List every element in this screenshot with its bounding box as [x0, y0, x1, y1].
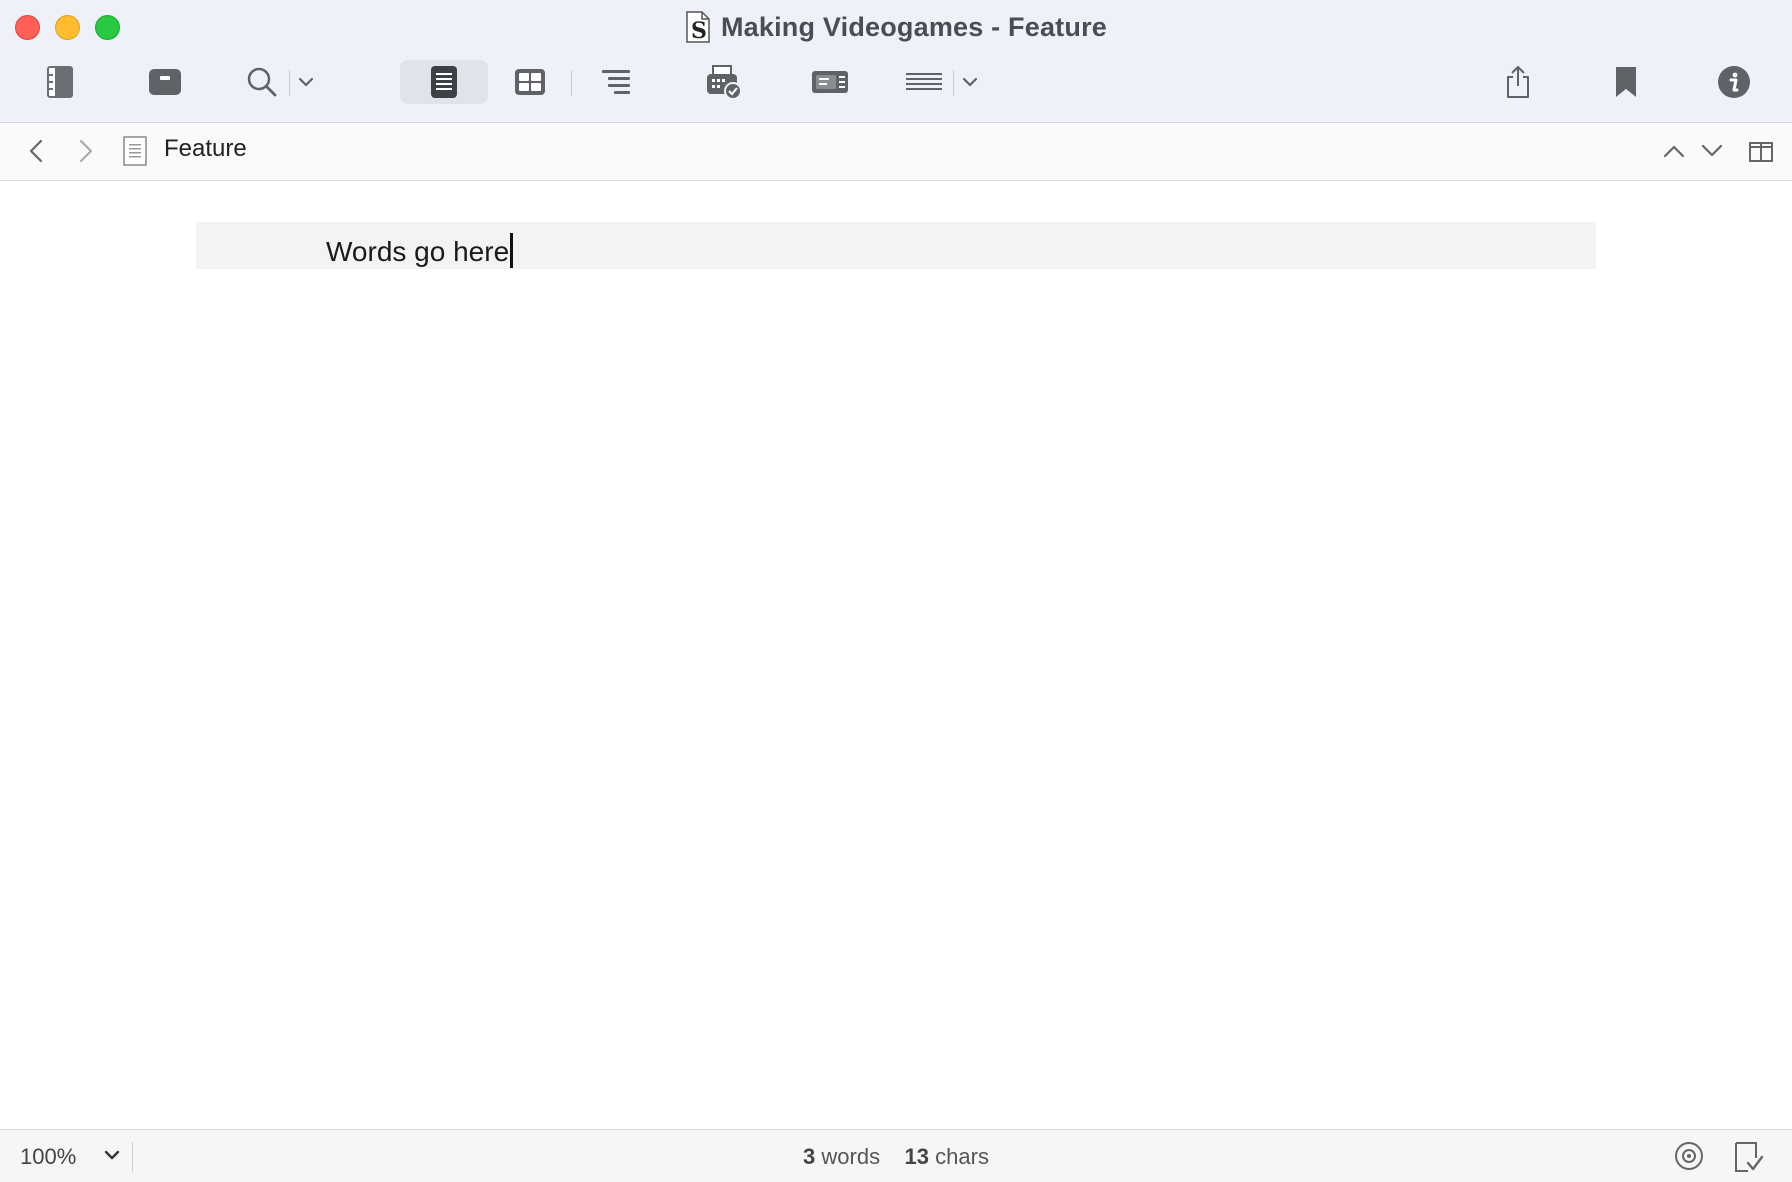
revision-mode-button[interactable]: [1734, 1141, 1764, 1178]
format-button[interactable]: [904, 60, 944, 104]
app-window: S Making Videogames - Feature Feature Wo…: [0, 0, 1792, 1182]
document-check-icon: [1735, 1142, 1764, 1172]
window-title: Making Videogames - Feature: [720, 11, 1107, 42]
targets-button[interactable]: [1674, 1141, 1704, 1176]
outliner-icon: [602, 70, 630, 94]
format-options-button[interactable]: [958, 60, 982, 104]
status-bar: 100% 3 words 13 chars: [0, 1129, 1792, 1182]
composition-mode-button[interactable]: [808, 60, 852, 104]
document-title[interactable]: Feature: [164, 135, 247, 163]
share-button[interactable]: [1500, 60, 1536, 104]
document-counts: 3 words 13 chars: [0, 1144, 1792, 1170]
share-icon: [1507, 66, 1529, 98]
composition-icon: [812, 71, 848, 93]
char-count-label: chars: [935, 1144, 989, 1169]
chevron-down-icon: [1701, 144, 1723, 157]
search-button[interactable]: [244, 60, 280, 104]
title-bar: S Making Videogames - Feature: [0, 0, 1792, 123]
chevron-down-icon: [962, 77, 978, 87]
corkboard-icon: [515, 69, 545, 95]
chevron-left-icon: [29, 139, 43, 163]
compile-button[interactable]: [702, 60, 744, 104]
document-view-icon: [431, 66, 457, 98]
chevron-right-icon: [79, 139, 93, 163]
chevron-up-icon: [1663, 145, 1685, 158]
target-icon: [1675, 1142, 1703, 1170]
binder-icon: [47, 66, 73, 98]
editor-text-content[interactable]: Words go here: [326, 236, 509, 267]
text-caret: [510, 233, 514, 268]
word-count-label: words: [821, 1144, 881, 1169]
text-document-icon: [123, 136, 147, 166]
quick-reference-button[interactable]: [145, 60, 185, 104]
editor-header-bar: Feature: [0, 123, 1792, 181]
chevron-down-icon: [298, 77, 314, 87]
view-mode-editor-button[interactable]: [400, 60, 488, 104]
next-document-button[interactable]: [1698, 139, 1726, 163]
char-count: 13: [904, 1144, 930, 1169]
info-icon: [1718, 66, 1750, 98]
editor-text[interactable]: Words go here: [326, 233, 514, 268]
scrivener-document-icon: S: [686, 11, 710, 43]
word-count: 3: [803, 1144, 816, 1169]
svg-text:S: S: [691, 18, 707, 43]
search-options-button[interactable]: [294, 60, 318, 104]
inbox-icon: [149, 69, 181, 95]
window-title-area: S Making Videogames - Feature: [0, 8, 1792, 46]
binder-toggle-button[interactable]: [40, 60, 80, 104]
previous-document-button[interactable]: [1660, 139, 1688, 163]
current-line-highlight[interactable]: Words go here: [196, 222, 1596, 269]
split-editor-button[interactable]: [1746, 139, 1776, 165]
bookmarks-button[interactable]: [1608, 60, 1644, 104]
view-mode-corkboard-button[interactable]: [510, 60, 550, 104]
document-type-button[interactable]: [122, 135, 148, 167]
bookmark-icon: [1616, 67, 1636, 97]
inspector-button[interactable]: [1716, 60, 1752, 104]
text-lines-icon: [906, 73, 942, 90]
compile-icon: [707, 65, 742, 100]
text-editor[interactable]: Words go here: [0, 181, 1792, 1129]
view-mode-outliner-button[interactable]: [596, 60, 636, 104]
navigate-forward-button[interactable]: [74, 137, 98, 165]
navigate-back-button[interactable]: [24, 137, 48, 165]
search-icon: [247, 67, 277, 97]
split-view-icon: [1749, 142, 1773, 162]
